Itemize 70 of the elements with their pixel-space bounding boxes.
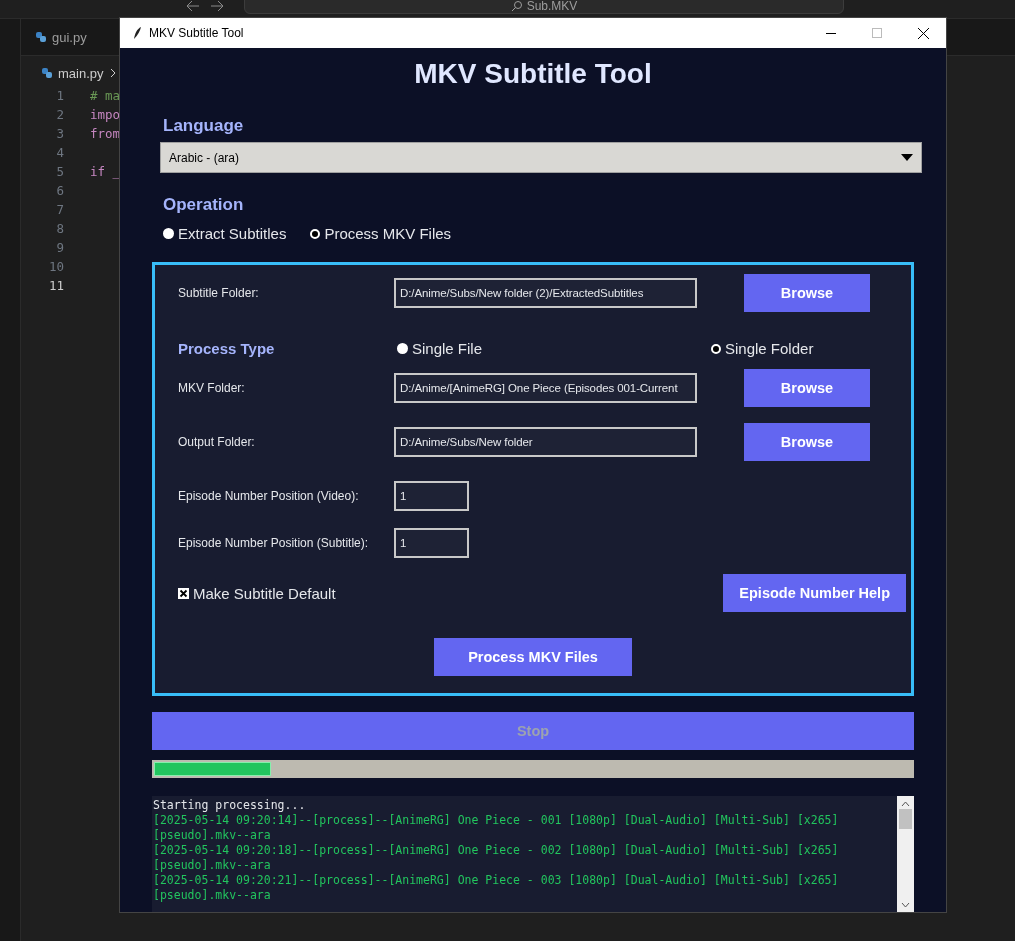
help-button[interactable]: Episode Number Help xyxy=(723,574,906,612)
line-number: 1 xyxy=(56,87,64,105)
feather-icon xyxy=(132,26,142,40)
radio-indicator[interactable] xyxy=(711,343,721,354)
field-label: MKV Folder: xyxy=(178,381,246,395)
field-label: Episode Number Position (Subtitle): xyxy=(178,536,370,550)
line-number: 7 xyxy=(56,201,64,219)
line-number: 3 xyxy=(56,125,64,143)
log-line: Starting processing... xyxy=(153,798,307,813)
search-field[interactable]: Sub.MKV xyxy=(244,0,844,14)
back-arrow-icon[interactable] xyxy=(186,0,200,12)
browse-button[interactable]: Browse xyxy=(744,274,870,312)
log-line: [pseudo].mkv--ara xyxy=(153,828,272,843)
log-line: [pseudo].mkv--ara xyxy=(153,858,272,873)
maximize-icon xyxy=(872,28,882,38)
caret-icon xyxy=(901,154,913,161)
breadcrumb[interactable]: main.py xyxy=(21,56,117,84)
scroll-down-icon[interactable] xyxy=(901,902,910,908)
radio-label: Single Folder xyxy=(725,340,814,357)
language-dropdown[interactable]: Arabic - (ara) xyxy=(160,142,922,173)
log-line: [2025-05-14 09:20:14]--[process]--[AnimeRG] One Piece - 001 [1080p] [Dual-Audio] [Multi-Sub] [x265] xyxy=(153,813,840,828)
line-number: 11 xyxy=(48,277,64,295)
field-label: Output Folder: xyxy=(178,435,256,449)
scroll-up-icon[interactable] xyxy=(901,801,910,807)
line-number: 10 xyxy=(48,258,64,276)
section-heading: Language xyxy=(163,116,245,136)
breadcrumb-label: main.py xyxy=(58,65,104,81)
code-line: # ma xyxy=(90,87,121,105)
search-icon xyxy=(510,0,523,12)
path-field[interactable]: D:/Anime/[AnimeRG] One Piece (Episodes 001-Current xyxy=(394,373,697,403)
line-number: 5 xyxy=(56,163,64,181)
path-field[interactable]: D:/Anime/Subs/New folder xyxy=(394,427,697,457)
field-label: Episode Number Position (Video): xyxy=(178,489,360,503)
python-file-icon xyxy=(41,67,53,79)
radio-button[interactable]: Single Folder xyxy=(711,340,906,357)
radio-indicator[interactable] xyxy=(397,343,408,354)
scroll-thumb[interactable] xyxy=(899,809,912,829)
log-line: [pseudo].mkv--ara xyxy=(153,888,272,903)
chevron-icon xyxy=(108,68,117,78)
log-line: [2025-05-14 09:20:21]--[process]--[AnimeRG] One Piece - 003 [1080p] [Dual-Audio] [Multi-Sub] [x265] xyxy=(153,873,840,888)
section-heading: Process Type xyxy=(178,340,276,357)
number-field[interactable]: 1 xyxy=(394,528,469,558)
minimize-icon xyxy=(826,32,836,34)
line-number: 6 xyxy=(56,182,64,200)
window-title: MKV Subtitle Tool xyxy=(149,26,245,40)
code-line: from xyxy=(90,125,121,143)
line-number: 2 xyxy=(56,106,64,124)
tab-label: gui.py xyxy=(52,29,87,45)
section-heading: Operation xyxy=(163,195,245,215)
radio-indicator[interactable] xyxy=(310,228,321,239)
close-icon xyxy=(917,27,929,39)
browse-button[interactable]: Browse xyxy=(744,423,870,461)
log-line: [2025-05-14 09:20:18]--[process]--[AnimeRG] One Piece - 002 [1080p] [Dual-Audio] [Multi-Sub] [x265] xyxy=(153,843,840,858)
radio-indicator[interactable] xyxy=(163,228,174,239)
number-field[interactable]: 1 xyxy=(394,481,469,511)
line-number: 9 xyxy=(56,239,64,257)
path-field[interactable]: D:/Anime/Subs/New folder (2)/ExtractedSubtitles xyxy=(394,278,697,308)
line-number: 4 xyxy=(56,144,64,162)
code-line: impo xyxy=(90,106,121,124)
field-label: Subtitle Folder: xyxy=(178,286,260,300)
radio-button[interactable]: Single File xyxy=(397,340,711,357)
forward-arrow-icon[interactable] xyxy=(210,0,224,12)
checkbox-indicator[interactable] xyxy=(178,587,189,599)
python-file-icon xyxy=(35,31,47,43)
app-heading: MKV Subtitle Tool xyxy=(413,58,653,90)
browse-button[interactable]: Browse xyxy=(744,369,870,407)
radio-label: Single File xyxy=(412,340,483,357)
line-number: 8 xyxy=(56,220,64,238)
editor-tab[interactable]: gui.py xyxy=(35,29,87,45)
process-button[interactable]: Process MKV Files xyxy=(434,638,632,676)
